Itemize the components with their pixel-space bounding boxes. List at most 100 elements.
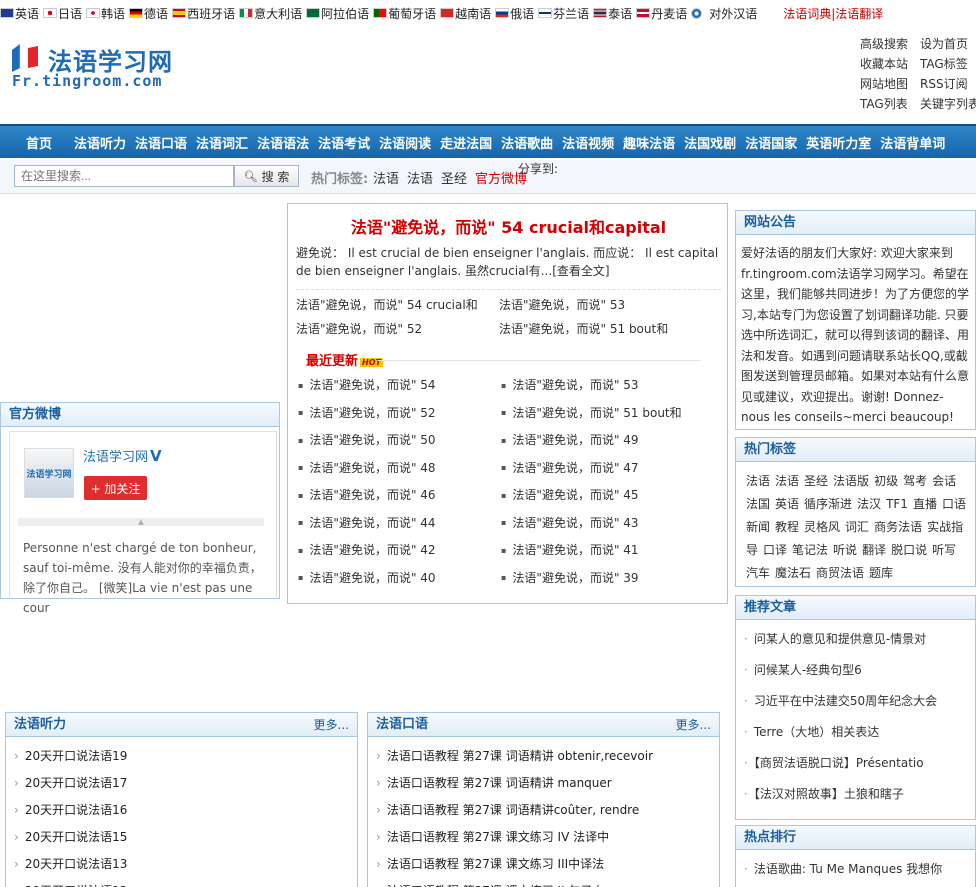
collapse-handle[interactable]: ▲: [18, 518, 264, 526]
lang-link-de[interactable]: 德语: [129, 5, 168, 22]
tag-link[interactable]: 法语版: [833, 474, 869, 488]
hot-tag[interactable]: 圣经: [441, 168, 467, 187]
tag-link[interactable]: 法汉: [857, 497, 881, 511]
tag-link[interactable]: 词汇: [845, 520, 869, 534]
lang-link-th[interactable]: 泰语: [593, 5, 632, 22]
dictionary-link[interactable]: 法语词典|法语翻译: [783, 5, 883, 22]
nav-songs[interactable]: 法语歌曲: [501, 133, 553, 152]
rss-link[interactable]: RSS订阅: [920, 76, 976, 92]
tag-link[interactable]: 法语: [775, 474, 799, 488]
list-item[interactable]: 法语"避免说，而说" 51 bout和: [501, 404, 704, 423]
list-item[interactable]: 问某人的意见和提供意见-情景对: [744, 624, 969, 655]
nav-words[interactable]: 法语背单词: [880, 133, 945, 152]
search-input[interactable]: [14, 165, 234, 187]
list-item[interactable]: 20天开口说法语16: [14, 797, 357, 824]
list-item[interactable]: 法语"避免说，而说" 54: [298, 376, 501, 395]
list-item[interactable]: 法语歌曲: Tu Me Manques 我想你: [744, 860, 969, 877]
tag-link[interactable]: 笔记法: [792, 543, 828, 557]
tag-list-link[interactable]: TAG列表: [860, 96, 920, 112]
list-item[interactable]: 问候某人-经典句型6: [744, 655, 969, 686]
hot-tag[interactable]: 法语: [407, 168, 433, 187]
keyword-list-link[interactable]: 关键字列表: [920, 96, 976, 112]
list-item[interactable]: 法语"避免说，而说" 41: [501, 541, 704, 560]
tag-link[interactable]: 循序渐进: [804, 497, 852, 511]
tag-link[interactable]: 会话: [932, 474, 956, 488]
feature-link[interactable]: 法语"避免说，而说" 54 crucial和: [296, 296, 499, 314]
list-item[interactable]: 【法汉对照故事】土狼和瞎子: [744, 779, 969, 810]
list-item[interactable]: 法语"避免说，而说" 40: [298, 569, 501, 588]
feature-link[interactable]: 法语"避免说，而说" 52: [296, 320, 499, 338]
feature-link[interactable]: 法语"避免说，而说" 53: [499, 296, 702, 314]
tag-link[interactable]: 魔法石: [775, 566, 811, 580]
tag-link[interactable]: TF1: [886, 497, 908, 511]
tag-link[interactable]: 驾考: [903, 474, 927, 488]
more-link[interactable]: 更多...: [314, 713, 349, 737]
tag-link[interactable]: 脱口说: [891, 543, 927, 557]
tag-link[interactable]: 英语: [775, 497, 799, 511]
list-item[interactable]: 法语"避免说，而说" 39: [501, 569, 704, 588]
lang-link-pt[interactable]: 葡萄牙语: [373, 5, 436, 22]
lang-link-ja[interactable]: 日语: [43, 5, 82, 22]
hot-tag[interactable]: 法语: [373, 168, 399, 187]
nav-reading[interactable]: 法语阅读: [379, 133, 431, 152]
list-item[interactable]: 法语"避免说，而说" 45: [501, 486, 704, 505]
tag-link[interactable]: 商贸法语: [816, 566, 864, 580]
nav-listening[interactable]: 法语听力: [74, 133, 126, 152]
list-item[interactable]: 法语"避免说，而说" 52: [298, 404, 501, 423]
tag-link[interactable]: 汽车: [746, 566, 770, 580]
nav-exam[interactable]: 法语考试: [318, 133, 370, 152]
lang-link-ar[interactable]: 阿拉伯语: [306, 5, 369, 22]
list-item[interactable]: 法语"避免说，而说" 53: [501, 376, 704, 395]
nav-countries[interactable]: 法语国家: [745, 133, 797, 152]
list-item[interactable]: 20天开口说法语13: [14, 851, 357, 878]
nav-english-listening[interactable]: 英语听力室: [806, 133, 871, 152]
tag-link[interactable]: TAG标签: [920, 56, 976, 72]
list-item[interactable]: 法语"避免说，而说" 44: [298, 514, 501, 533]
list-item[interactable]: 法语口语教程 第27课 课文练习 IV 法译中: [376, 824, 719, 851]
list-item[interactable]: 法语"避免说，而说" 47: [501, 459, 704, 478]
tag-link[interactable]: 翻译: [862, 543, 886, 557]
lang-link-en[interactable]: 英语: [0, 5, 39, 22]
nav-drama[interactable]: 法国戏剧: [684, 133, 736, 152]
share-label[interactable]: 分享到:: [518, 160, 558, 177]
lang-link-ko[interactable]: 韩语: [86, 5, 125, 22]
list-item[interactable]: 法语"避免说，而说" 50: [298, 431, 501, 450]
advanced-search-link[interactable]: 高级搜索: [860, 36, 920, 52]
lang-link-cn[interactable]: 对外汉语: [691, 5, 757, 22]
list-item[interactable]: 法语口语教程 第27课 词语精讲coûter, rendre: [376, 797, 719, 824]
tag-link[interactable]: 听说: [833, 543, 857, 557]
feature-link[interactable]: 法语"避免说，而说" 51 bout和: [499, 320, 702, 338]
nav-grammar[interactable]: 法语语法: [257, 133, 309, 152]
lang-link-ru[interactable]: 俄语: [495, 5, 534, 22]
bookmark-link[interactable]: 收藏本站: [860, 56, 920, 72]
tag-link[interactable]: 直播: [913, 497, 937, 511]
list-item[interactable]: 20天开口说法语12: [14, 878, 357, 887]
nav-oral[interactable]: 法语口语: [135, 133, 187, 152]
nav-home[interactable]: 首页: [26, 133, 52, 152]
tag-link[interactable]: 听写: [932, 543, 956, 557]
list-item[interactable]: 法语"避免说，而说" 48: [298, 459, 501, 478]
lang-link-es[interactable]: 西班牙语: [172, 5, 235, 22]
list-item[interactable]: 法语口语教程 第27课 词语精讲 manquer: [376, 770, 719, 797]
search-button[interactable]: 🔍︎ 搜 索: [234, 165, 299, 187]
more-link[interactable]: 更多...: [676, 713, 711, 737]
tag-link[interactable]: 法语: [746, 474, 770, 488]
list-item[interactable]: 法语口语教程 第27课 词语精讲 obtenir,recevoir: [376, 743, 719, 770]
list-item[interactable]: 【商贸法语脱口说】Présentatio: [744, 748, 969, 779]
tag-link[interactable]: 商务法语: [874, 520, 922, 534]
nav-video[interactable]: 法语视频: [562, 133, 614, 152]
list-item[interactable]: 20天开口说法语19: [14, 743, 357, 770]
list-item[interactable]: 法语"避免说，而说" 49: [501, 431, 704, 450]
list-item[interactable]: Terre（大地）相关表达: [744, 717, 969, 748]
tag-link[interactable]: 题库: [869, 566, 893, 580]
lang-link-it[interactable]: 意大利语: [239, 5, 302, 22]
list-item[interactable]: 法语口语教程 第27课 课文练习 III中译法: [376, 851, 719, 878]
nav-vocabulary[interactable]: 法语词汇: [196, 133, 248, 152]
lang-link-fi[interactable]: 芬兰语: [538, 5, 589, 22]
tag-link[interactable]: 新闻: [746, 520, 770, 534]
lang-link-da[interactable]: 丹麦语: [636, 5, 687, 22]
set-homepage-link[interactable]: 设为首页: [920, 36, 976, 52]
tag-link[interactable]: 口语: [942, 497, 966, 511]
list-item[interactable]: 习近平在中法建交50周年纪念大会: [744, 686, 969, 717]
sitemap-link[interactable]: 网站地图: [860, 76, 920, 92]
